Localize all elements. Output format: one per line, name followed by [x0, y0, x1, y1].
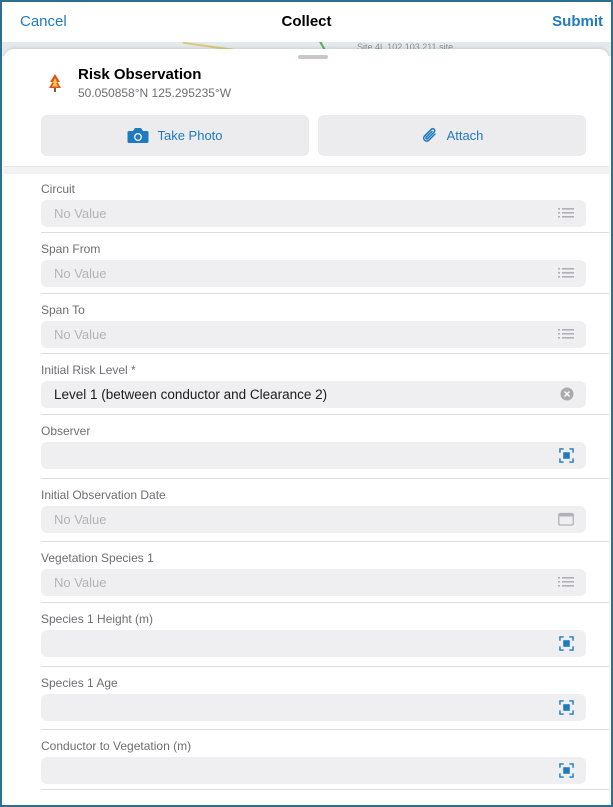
- attach-label: Attach: [446, 128, 484, 143]
- app-frame: Cancel Collect Submit Site 4L 102 103 21…: [0, 0, 613, 807]
- field-divider: [41, 541, 609, 542]
- field-divider: [41, 666, 609, 667]
- list-icon: [558, 208, 574, 218]
- navigation-bar: Cancel Collect Submit: [2, 2, 611, 42]
- field-label: Initial Risk Level *: [41, 363, 136, 377]
- scan-icon[interactable]: [559, 700, 574, 715]
- field-value: No Value: [54, 266, 107, 281]
- field-value: No Value: [54, 512, 107, 527]
- paperclip-icon: [422, 127, 436, 142]
- field-label: Span From: [41, 242, 101, 256]
- field-input[interactable]: [41, 630, 586, 657]
- field-divider: [41, 602, 609, 603]
- list-icon: [558, 268, 574, 278]
- field-label: Species 1 Height (m): [41, 612, 154, 626]
- field-input[interactable]: [41, 757, 586, 784]
- feature-coordinates: 50.050858°N 125.295235°W: [78, 86, 232, 100]
- sheet-grabber[interactable]: [298, 55, 328, 59]
- field-input[interactable]: No Value: [41, 200, 586, 227]
- field-input[interactable]: No Value: [41, 321, 586, 348]
- field-label: Species 1 Age: [41, 676, 118, 690]
- field-input[interactable]: [41, 694, 586, 721]
- field-divider: [41, 414, 609, 415]
- field-value: No Value: [54, 575, 107, 590]
- take-photo-label: Take Photo: [157, 128, 223, 143]
- field-label: Observer: [41, 424, 91, 438]
- attach-button[interactable]: Attach: [318, 115, 586, 156]
- field-label: Initial Observation Date: [41, 488, 166, 502]
- field-divider: [41, 729, 609, 730]
- field-label: Vegetation Species 1: [41, 551, 154, 565]
- field-value: No Value: [54, 327, 107, 342]
- list-icon: [558, 577, 574, 587]
- field-label: Span To: [41, 303, 85, 317]
- field-input[interactable]: No Value: [41, 260, 586, 287]
- field-value: Level 1 (between conductor and Clearance…: [54, 387, 328, 402]
- feature-title: Risk Observation: [78, 66, 202, 83]
- section-divider: [4, 166, 609, 174]
- tree-flame-icon: [49, 74, 61, 92]
- field-input[interactable]: No Value: [41, 569, 586, 596]
- field-divider: [41, 353, 609, 354]
- field-label: Circuit: [41, 182, 76, 196]
- field-divider: [41, 232, 609, 233]
- field-input[interactable]: Level 1 (between conductor and Clearance…: [41, 381, 586, 408]
- form-sheet: Risk Observation 50.050858°N 125.295235°…: [4, 49, 609, 805]
- field-input[interactable]: No Value: [41, 506, 586, 533]
- field-value: No Value: [54, 206, 107, 221]
- scan-icon[interactable]: [559, 636, 574, 651]
- page-title: Collect: [281, 13, 332, 30]
- scan-icon[interactable]: [559, 448, 574, 463]
- list-icon: [558, 329, 574, 339]
- take-photo-button[interactable]: Take Photo: [41, 115, 309, 156]
- field-label: Conductor to Vegetation (m): [41, 739, 192, 753]
- submit-button[interactable]: Submit: [552, 13, 603, 30]
- field-input[interactable]: [41, 442, 586, 469]
- field-divider: [41, 293, 609, 294]
- scan-icon[interactable]: [559, 763, 574, 778]
- camera-icon: [127, 128, 149, 143]
- field-divider: [41, 789, 609, 790]
- clear-icon[interactable]: [560, 387, 574, 401]
- field-divider: [41, 478, 609, 479]
- calendar-icon[interactable]: [558, 512, 574, 526]
